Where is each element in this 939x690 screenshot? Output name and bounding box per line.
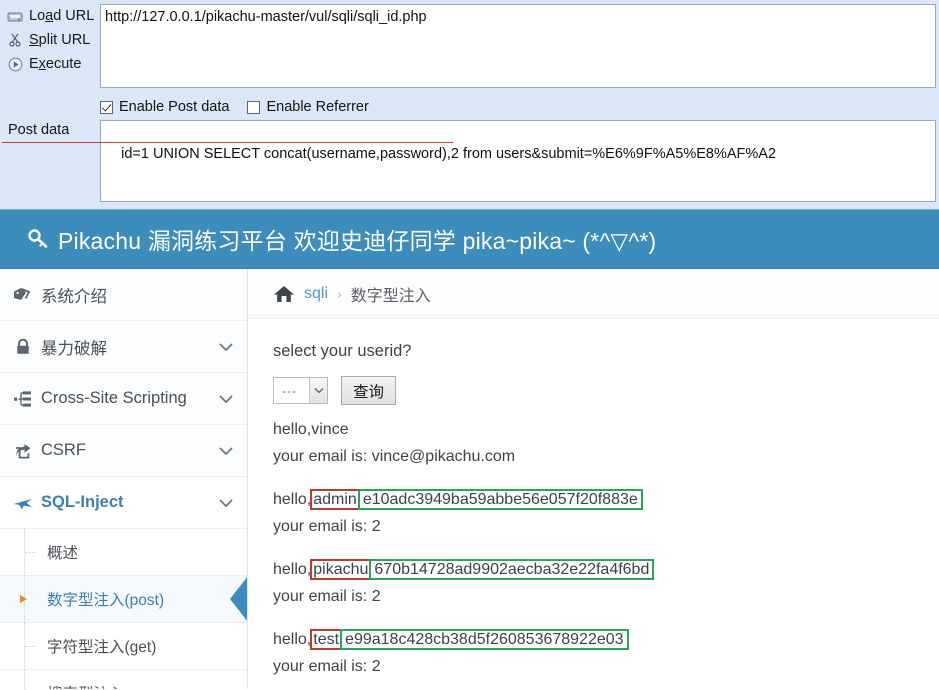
search-icon bbox=[26, 227, 50, 251]
chevron-down-icon bbox=[219, 496, 233, 510]
site-title: Pikachu 漏洞练习平台 欢迎史迪仔同学 pika~pika~ (*^▽^*… bbox=[58, 228, 657, 254]
share-icon bbox=[12, 441, 34, 461]
main-content: sqli › 数字型注入 select your userid? --- 查询 bbox=[248, 269, 939, 689]
chevron-down-icon bbox=[219, 392, 233, 406]
sidebar-subitem-numeric-inject-post[interactable]: 数字型注入(post) bbox=[0, 576, 247, 623]
breadcrumb-current: 数字型注入 bbox=[350, 287, 431, 305]
sidebar-item-brute-force[interactable]: 暴力破解 bbox=[0, 321, 247, 373]
result-hello-line: hello, admin e10adc3949ba59abbe56e057f20f8… bbox=[273, 486, 939, 513]
home-icon[interactable] bbox=[273, 284, 295, 304]
enable-referrer-label: Enable Referrer bbox=[266, 99, 369, 115]
result-hello-prefix: hello, bbox=[273, 561, 312, 578]
lock-icon bbox=[12, 337, 34, 357]
split-url-button[interactable]: Split URL bbox=[0, 28, 98, 52]
chevron-down-icon bbox=[309, 378, 327, 403]
breadcrumb: sqli › 数字型注入 bbox=[248, 269, 939, 319]
result-hello-line: hello, pikachu 670b14728ad9902aecba32e22fa… bbox=[273, 556, 939, 583]
sidebar-item-system-intro[interactable]: 系统介绍 bbox=[0, 269, 247, 321]
tag-icon bbox=[12, 285, 34, 305]
enable-post-data-checkbox[interactable]: Enable Post data bbox=[100, 99, 229, 115]
hackbar-toolbar: Load URL Split URL Execute bbox=[0, 0, 98, 76]
enable-referrer-checkbox[interactable]: Enable Referrer bbox=[247, 99, 369, 115]
sidebar-subitem-string-inject-get[interactable]: 字符型注入(get) bbox=[0, 623, 247, 670]
sidebar-item-label: 暴力破解 bbox=[41, 339, 107, 358]
sidebar-item-label: Cross-Site Scripting bbox=[41, 389, 187, 407]
execute-label: Execute bbox=[29, 56, 82, 72]
post-data-value: id=1 UNION SELECT concat(username,passwo… bbox=[121, 146, 777, 162]
userid-select[interactable]: --- bbox=[273, 377, 328, 404]
breadcrumb-link-sqli[interactable]: sqli bbox=[304, 285, 328, 303]
result-email-line: your email is: vince@pikachu.com bbox=[273, 448, 516, 465]
query-button[interactable]: 查询 bbox=[341, 376, 397, 405]
sidebar-subitem-search-inject[interactable]: 搜索型注入 bbox=[0, 670, 247, 689]
result-row: hello, pikachu 670b14728ad9902aecba32e22fa… bbox=[273, 556, 939, 610]
chevron-down-icon bbox=[219, 444, 233, 458]
hackbar-panel: Load URL Split URL Execute http://127.0.… bbox=[0, 0, 939, 210]
userid-prompt: select your userid? bbox=[273, 342, 412, 360]
highlighted-username: admin bbox=[310, 489, 360, 510]
load-url-label: Load URL bbox=[29, 8, 95, 24]
result-email-line: your email is: 2 bbox=[273, 588, 381, 605]
load-url-icon bbox=[6, 8, 24, 24]
enable-post-data-label: Enable Post data bbox=[119, 99, 230, 115]
sidebar-subitem-label: 搜索型注入 bbox=[47, 682, 125, 689]
active-marker-icon bbox=[20, 595, 27, 603]
breadcrumb-separator-icon: › bbox=[337, 285, 342, 302]
scissors-icon bbox=[6, 32, 24, 48]
chevron-down-icon bbox=[219, 340, 233, 354]
sidebar-subitem-overview[interactable]: 概述 bbox=[0, 529, 247, 576]
highlighted-password-hash: e99a18c428cb38d5f260853678922e03 bbox=[340, 629, 629, 650]
post-data-label: Post data bbox=[8, 122, 70, 138]
highlighted-username: pikachu bbox=[310, 559, 372, 580]
checkbox-unchecked-icon bbox=[247, 100, 261, 114]
sidebar: 系统介绍 暴力破解 Cross-Site Scripting CSRF SQL-… bbox=[0, 269, 248, 689]
result-row: hello, test e99a18c428cb38d5f260853678922e… bbox=[273, 626, 939, 680]
plane-icon bbox=[12, 493, 34, 513]
highlighted-password-hash: 670b14728ad9902aecba32e22fa4f6bd bbox=[369, 559, 655, 580]
tree-branch bbox=[25, 552, 35, 553]
sidebar-item-sql-inject[interactable]: SQL-Inject bbox=[0, 477, 247, 529]
result-email-line: your email is: 2 bbox=[273, 518, 381, 535]
result-row: hello, admin e10adc3949ba59abbe56e057f20f8… bbox=[273, 486, 939, 540]
post-data-input[interactable]: id=1 UNION SELECT concat(username,passwo… bbox=[100, 120, 936, 202]
play-icon bbox=[6, 56, 24, 72]
site-header: Pikachu 漏洞练习平台 欢迎史迪仔同学 pika~pika~ (*^▽^*… bbox=[0, 210, 939, 269]
result-hello-prefix: hello, bbox=[273, 631, 312, 648]
active-pointer-icon bbox=[230, 576, 247, 622]
sidebar-item-label: SQL-Inject bbox=[41, 493, 124, 511]
result-hello-line: hello, test e99a18c428cb38d5f260853678922e… bbox=[273, 626, 939, 653]
load-url-button[interactable]: Load URL bbox=[0, 4, 98, 28]
tree-line bbox=[24, 670, 25, 689]
result-row: hello,vince your email is: vince@pikachu… bbox=[273, 416, 939, 470]
sitemap-icon bbox=[12, 389, 34, 409]
sidebar-item-cross-site-scripting[interactable]: Cross-Site Scripting bbox=[0, 373, 247, 425]
userid-select-value: --- bbox=[282, 383, 297, 398]
result-hello-line: hello,vince bbox=[273, 421, 349, 438]
post-data-annotation-underline bbox=[2, 142, 453, 143]
tree-branch bbox=[25, 646, 35, 647]
sidebar-item-label: 系统介绍 bbox=[41, 287, 107, 306]
userid-form: --- 查询 bbox=[273, 376, 939, 405]
checkbox-checked-icon bbox=[100, 100, 113, 114]
app-body: 系统介绍 暴力破解 Cross-Site Scripting CSRF SQL-… bbox=[0, 269, 939, 689]
hackbar-options-row: Enable Post data Enable Referrer bbox=[100, 96, 936, 118]
sidebar-subitem-label: 字符型注入(get) bbox=[47, 639, 157, 656]
sidebar-subitem-label: 数字型注入(post) bbox=[47, 592, 165, 609]
highlighted-password-hash: e10adc3949ba59abbe56e057f20f883e bbox=[357, 489, 643, 510]
execute-button[interactable]: Execute bbox=[0, 52, 98, 76]
sidebar-subitem-label: 概述 bbox=[47, 545, 79, 562]
highlighted-username: test bbox=[310, 629, 343, 650]
result-email-line: your email is: 2 bbox=[273, 658, 381, 675]
split-url-label: Split URL bbox=[29, 32, 91, 48]
sqli-panel: select your userid? --- 查询 hello,vince y… bbox=[248, 319, 939, 680]
result-hello-prefix: hello, bbox=[273, 491, 312, 508]
url-input[interactable]: http://127.0.0.1/pikachu-master/vul/sqli… bbox=[100, 4, 936, 88]
sidebar-item-label: CSRF bbox=[41, 441, 86, 459]
sidebar-item-csrf[interactable]: CSRF bbox=[0, 425, 247, 477]
